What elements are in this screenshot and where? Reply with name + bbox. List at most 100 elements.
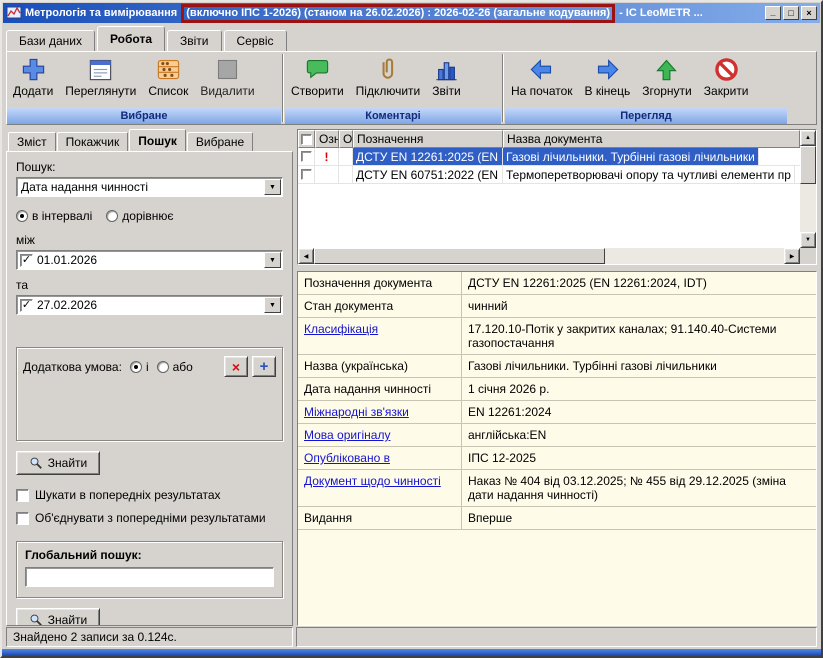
go-last-button[interactable]: В кінець (579, 52, 637, 108)
tab-reports[interactable]: Звіти (167, 30, 222, 51)
go-first-button[interactable]: На початок (505, 52, 579, 108)
results-header: Озн Оз Позначення Назва документа (298, 130, 800, 148)
validity-document-link[interactable]: Документ щодо чинності (298, 470, 462, 506)
remove-icon: × (232, 359, 240, 375)
column-header-oz[interactable]: Оз (339, 130, 353, 148)
warning-flag-icon: ! (325, 150, 329, 164)
search-panel: Пошук: Дата надання чинності ▼ в інтерва… (6, 151, 293, 626)
interval-radio-group: в інтервалі дорівнює (16, 209, 283, 223)
title-highlight-annotation: (включно ІПС 1-2026) (станом на 26.02.20… (181, 4, 615, 23)
header-select-all[interactable] (298, 130, 315, 148)
global-search-input[interactable] (25, 567, 274, 587)
select-all-checkbox[interactable] (301, 134, 312, 145)
published-in-link[interactable]: Опубліковано в (298, 447, 462, 469)
classification-link[interactable]: Класифікація (298, 318, 462, 354)
international-links-link[interactable]: Міжнародні зв'язки (298, 401, 462, 423)
date-to-checkbox[interactable]: ✓ (20, 299, 33, 312)
tab-search[interactable]: Пошук (129, 129, 186, 151)
date-from-checkbox[interactable]: ✓ (20, 254, 33, 267)
remove-condition-button[interactable]: × (224, 356, 248, 377)
add-condition-button[interactable]: + (252, 356, 276, 377)
scroll-down-button[interactable]: ▼ (800, 232, 816, 248)
attach-button[interactable]: Підключити (350, 52, 427, 108)
scrollbar-thumb[interactable] (314, 248, 605, 264)
result-row-2[interactable]: ДСТУ EN 60751:2022 (EN Термоперетворювач… (298, 166, 800, 184)
scrollbar-track[interactable] (800, 146, 816, 232)
arrow-up-icon (653, 56, 680, 83)
arrow-left-icon: ◀ (304, 253, 309, 260)
results-empty-area (298, 184, 800, 248)
magnifier-icon (29, 456, 43, 470)
app-window: Метрологія та вимірювання (включно ІПС 1… (0, 0, 823, 658)
detail-row: Класифікація 17.120.10-Потік у закритих … (298, 318, 816, 355)
column-header-ozn[interactable]: Озн (315, 130, 339, 148)
results-vertical-scrollbar[interactable]: ▲ ▼ (800, 130, 816, 248)
arrow-up-icon: ▲ (805, 135, 811, 141)
status-extra-panel (296, 627, 817, 647)
extra-condition-box: Додаткова умова: і або × + (16, 347, 283, 441)
tab-index[interactable]: Покажчик (57, 132, 129, 151)
and-radio-label: і (146, 360, 149, 374)
global-find-button[interactable]: Знайти (16, 608, 100, 626)
date-from-combobox[interactable]: ✓ 01.01.2026 ▼ (16, 250, 283, 270)
scrollbar-track[interactable] (314, 248, 784, 264)
merge-previous-option: Об'єднувати з попередніми результатами (16, 511, 283, 525)
equals-radio[interactable] (106, 210, 118, 222)
detail-row: Міжнародні зв'язки EN 12261:2024 (298, 401, 816, 424)
search-previous-checkbox[interactable] (16, 489, 29, 502)
scrollbar-thumb[interactable] (800, 146, 816, 184)
delete-button[interactable]: Видалити (194, 52, 260, 108)
results-horizontal-scrollbar[interactable]: ◀ ▶ (298, 248, 800, 264)
minimize-icon: _ (770, 8, 775, 17)
search-field-combobox[interactable]: Дата надання чинності ▼ (16, 177, 283, 197)
interval-radio[interactable] (16, 210, 28, 222)
minimize-button[interactable]: _ (765, 6, 781, 20)
search-previous-option: Шукати в попередніх результатах (16, 488, 283, 502)
detail-label: Позначення документа (298, 272, 462, 294)
tab-work[interactable]: Робота (97, 26, 165, 51)
row-checkbox[interactable] (301, 151, 312, 162)
tab-contents[interactable]: Зміст (8, 132, 56, 151)
maximize-button[interactable]: □ (783, 6, 799, 20)
search-previous-label: Шукати в попередніх результатах (35, 488, 221, 502)
merge-previous-checkbox[interactable] (16, 512, 29, 525)
chevron-down-icon[interactable]: ▼ (264, 179, 281, 195)
find-button[interactable]: Знайти (16, 451, 100, 475)
toolbar-caption-favorites: Вибране (7, 108, 281, 124)
tab-service[interactable]: Сервіс (224, 30, 287, 51)
scroll-up-button[interactable]: ▲ (800, 130, 816, 146)
tab-databases[interactable]: Бази даних (6, 30, 95, 51)
and-label: та (16, 278, 283, 292)
chevron-down-icon[interactable]: ▼ (264, 297, 281, 313)
view-button[interactable]: Переглянути (59, 52, 142, 108)
original-language-link[interactable]: Мова оригіналу (298, 424, 462, 446)
result-row-1[interactable]: ! ДСТУ EN 12261:2025 (EN Газові лічильни… (298, 148, 800, 166)
close-button[interactable]: × (801, 6, 817, 20)
or-radio[interactable] (157, 361, 169, 373)
row-checkbox[interactable] (301, 169, 312, 180)
collapse-button[interactable]: Згорнути (636, 52, 698, 108)
list-button[interactable]: Список (142, 52, 194, 108)
chevron-down-icon[interactable]: ▼ (264, 252, 281, 268)
column-header-designation[interactable]: Позначення (353, 130, 503, 148)
tab-favorites[interactable]: Вибране (187, 132, 253, 151)
results-list: Озн Оз Позначення Назва документа ! ДСТУ… (297, 129, 817, 265)
global-search-label: Глобальний пошук: (25, 548, 274, 562)
comment-reports-button[interactable]: Звіти (426, 52, 467, 108)
detail-row: Позначення документа ДСТУ EN 12261:2025 … (298, 272, 816, 295)
scroll-left-button[interactable]: ◀ (298, 248, 314, 264)
column-header-name[interactable]: Назва документа (503, 130, 800, 148)
and-radio[interactable] (130, 361, 142, 373)
date-to-combobox[interactable]: ✓ 27.02.2026 ▼ (16, 295, 283, 315)
scroll-right-button[interactable]: ▶ (784, 248, 800, 264)
window-title: Метрологія та вимірювання (включно ІПС 1… (25, 4, 765, 23)
app-icon (6, 5, 22, 21)
detail-label: Стан документа (298, 295, 462, 317)
close-view-button[interactable]: Закрити (698, 52, 755, 108)
detail-value: 1 січня 2026 р. (462, 378, 816, 400)
add-button[interactable]: Додати (7, 52, 59, 108)
arrow-right-icon (594, 56, 621, 83)
create-comment-button[interactable]: Створити (285, 52, 350, 108)
detail-value: 17.120.10-Потік у закритих каналах; 91.1… (462, 318, 816, 354)
detail-value: EN 12261:2024 (462, 401, 816, 423)
